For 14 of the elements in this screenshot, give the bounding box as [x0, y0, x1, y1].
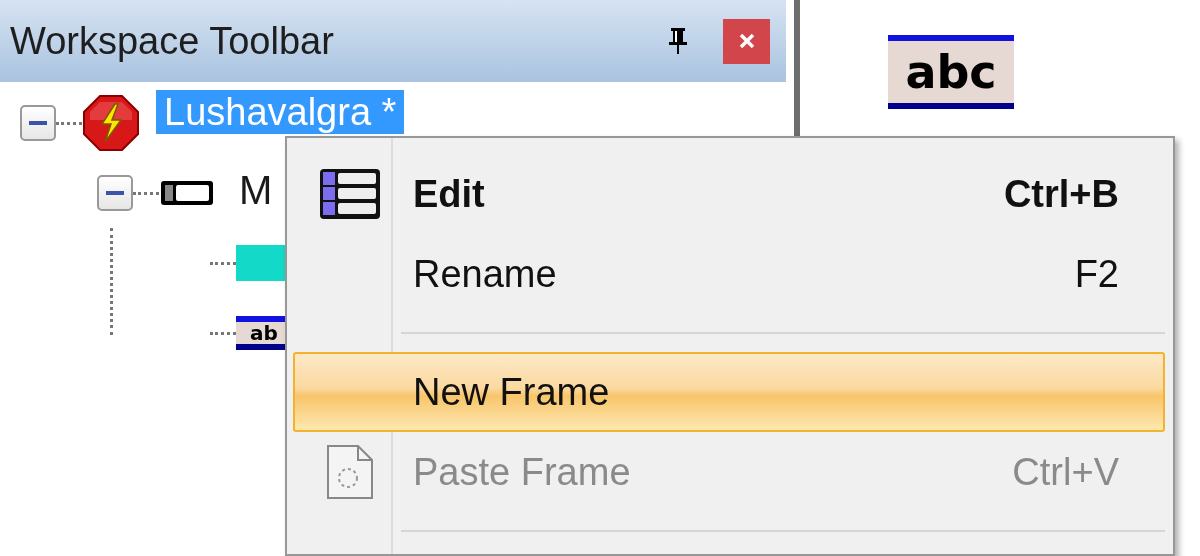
collapse-icon[interactable]: [20, 105, 56, 141]
tree-item[interactable]: M: [231, 160, 281, 226]
menu-item[interactable]: Rename F2: [293, 234, 1165, 314]
icon-label: ab: [250, 323, 278, 343]
alarm-icon: [82, 94, 140, 152]
document-icon: [326, 444, 374, 500]
close-button[interactable]: [723, 18, 770, 64]
collapse-icon[interactable]: [97, 175, 133, 211]
menu-item[interactable]: New Frame: [293, 352, 1165, 432]
menu-item[interactable]: Edit Ctrl+B: [293, 154, 1165, 234]
panel-title: Workspace Toolbar: [10, 19, 335, 63]
list-icon: [319, 168, 381, 220]
switch-icon: [159, 179, 215, 207]
icon-label: abc: [905, 49, 997, 95]
